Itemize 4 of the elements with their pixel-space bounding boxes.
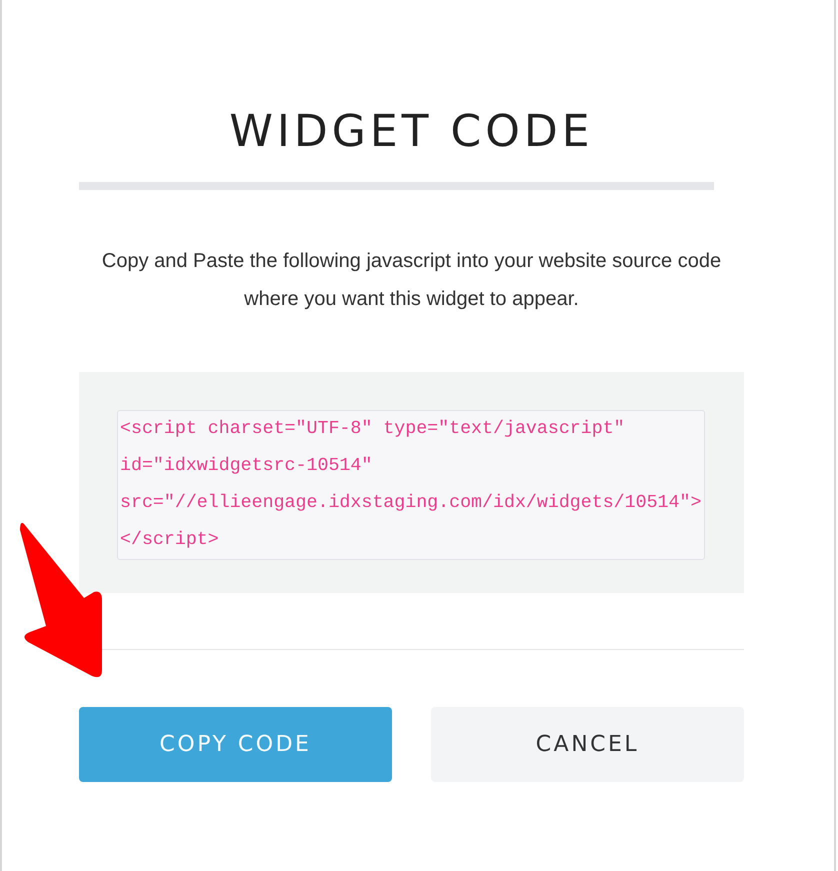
code-snippet: <script charset="UTF-8" type="text/javascript" id="idxwidgetsrc-10514" src="//ellieengage.idxstaging.com/idx/widgets/10514"></script> — [117, 410, 705, 560]
dialog-title: WIDGET CODE — [229, 105, 594, 159]
cancel-button[interactable]: CANCEL — [431, 707, 744, 782]
instructions-text: Copy and Paste the following javascript into your website source code where you want this widget to appear. — [100, 249, 722, 312]
